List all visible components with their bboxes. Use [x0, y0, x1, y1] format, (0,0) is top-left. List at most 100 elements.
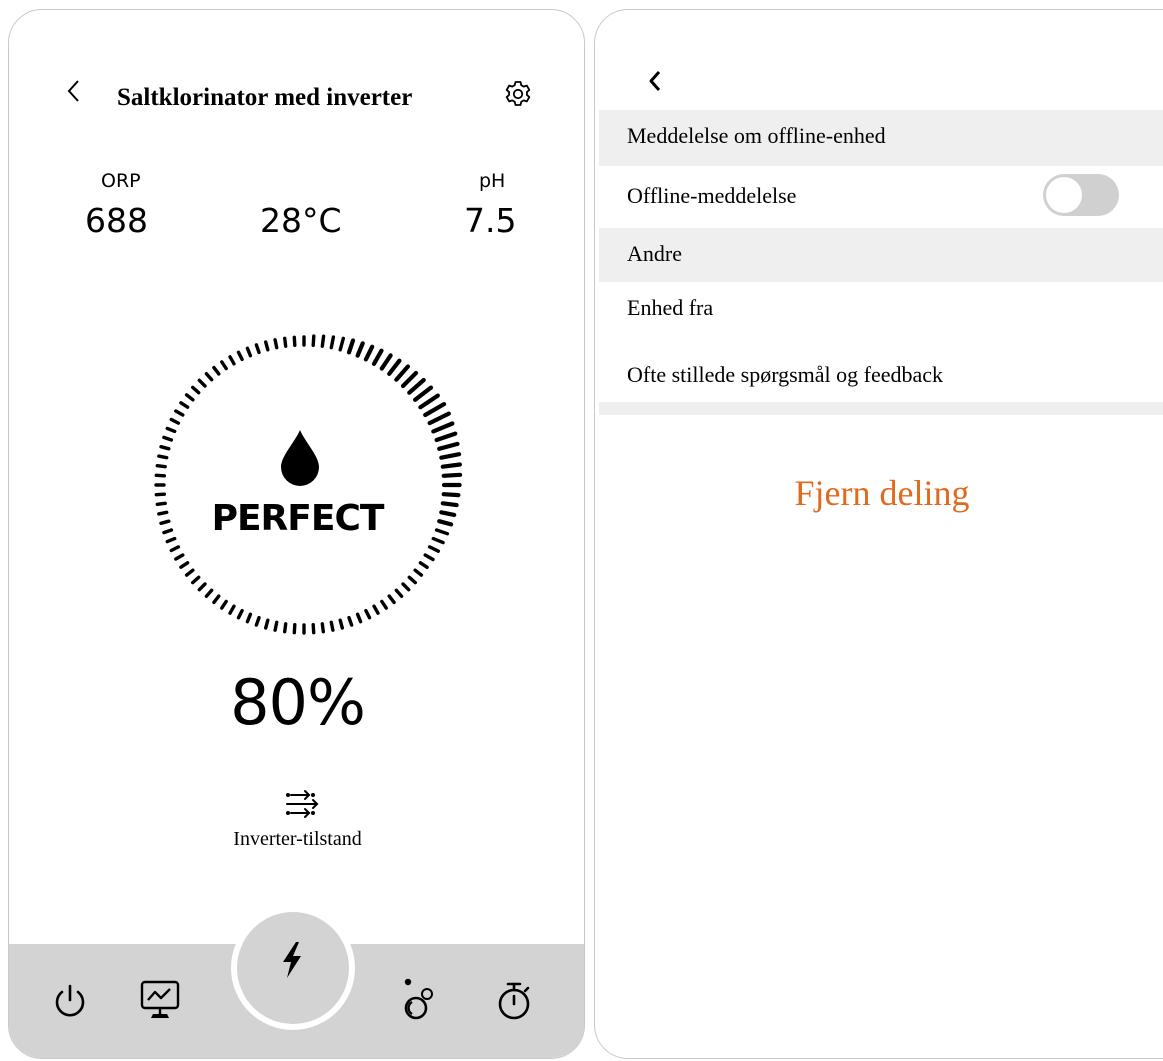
- gauge-tick: [320, 622, 326, 634]
- gauge-tick: [439, 452, 462, 460]
- gauge-tick: [355, 612, 363, 624]
- gauge-tick: [204, 372, 214, 382]
- chevron-left-icon[interactable]: [643, 66, 667, 96]
- gauge-tick: [434, 431, 458, 443]
- gauge-tick: [197, 582, 207, 592]
- gauge-tick: [437, 441, 460, 451]
- offline-notification-toggle[interactable]: [1043, 174, 1119, 216]
- gauge-tick: [418, 561, 429, 569]
- gauge-tick: [292, 623, 297, 635]
- timer-icon[interactable]: [494, 980, 534, 1022]
- boost-button[interactable]: [237, 912, 349, 1024]
- gauge-tick: [338, 336, 346, 352]
- gauge-tick: [387, 358, 402, 377]
- gauge-tick: [220, 599, 228, 610]
- gauge-tick: [273, 620, 279, 632]
- gauge-tick: [311, 623, 316, 635]
- gauge-tick: [394, 364, 410, 382]
- gauge-tick: [423, 401, 447, 418]
- gauge-tick: [413, 385, 434, 402]
- gauge-tick: [236, 608, 244, 620]
- gauge-tick: [329, 335, 336, 350]
- gauge-tick: [441, 472, 463, 478]
- gauge-tick: [263, 340, 270, 352]
- gauge-tick: [338, 618, 345, 630]
- gear-icon[interactable]: [503, 79, 533, 109]
- main-device-screen: Saltklorinator med inverter ORP 688 28°C…: [8, 9, 585, 1059]
- gauge-tick: [191, 385, 201, 395]
- gauge-tick: [407, 377, 426, 395]
- device-off-item[interactable]: Enhed fra: [599, 282, 1163, 340]
- gauge-tick: [169, 545, 181, 553]
- gauge-tick: [169, 417, 181, 425]
- monitor-chart-icon[interactable]: [138, 978, 182, 1020]
- gauge-tick: [427, 411, 451, 426]
- gauge-tick: [394, 588, 404, 598]
- gauge-tick: [228, 604, 236, 615]
- gauge-tick: [212, 365, 221, 376]
- offline-notification-label: Offline-meddelelse: [627, 183, 797, 208]
- faq-feedback-item[interactable]: Ofte stillede spørgsmål og feedback: [599, 340, 1163, 402]
- gauge-tick: [245, 346, 253, 358]
- gauge-tick: [282, 622, 288, 634]
- gauge-tick: [363, 344, 375, 362]
- lightning-bolt-icon: [283, 942, 301, 978]
- sliders-icon[interactable]: [283, 789, 323, 819]
- gauge-tick: [254, 615, 261, 627]
- mode-label: Inverter-tilstand: [233, 828, 362, 850]
- gauge-tick: [204, 588, 214, 598]
- water-drop-icon: [281, 430, 319, 486]
- toggle-knob: [1046, 177, 1082, 213]
- gauge-tick: [413, 568, 424, 577]
- gauge-tick: [400, 370, 419, 389]
- gauge-tick: [380, 599, 388, 610]
- ph-value: 7.5: [464, 201, 517, 240]
- gauge-tick: [184, 568, 195, 577]
- gauge-tick: [292, 335, 297, 347]
- gauge-tick: [179, 561, 190, 569]
- gauge-tick: [174, 409, 185, 417]
- gauge-tick: [162, 435, 174, 442]
- bubbles-icon[interactable]: [400, 974, 440, 1022]
- gauge-tick: [197, 378, 207, 388]
- section-divider: [599, 402, 1163, 415]
- gauge-tick: [423, 553, 435, 562]
- settings-screen: Meddelelse om offline-enhed Offline-medd…: [594, 9, 1163, 1059]
- gauge-tick: [320, 334, 326, 348]
- gauge-tick: [228, 355, 236, 366]
- gauge-tick: [220, 360, 228, 371]
- gauge-tick: [212, 594, 221, 605]
- gauge-tick: [407, 575, 417, 585]
- gauge-tick: [387, 594, 396, 605]
- page-title: Saltklorinator med inverter: [117, 84, 413, 111]
- ph-label: pH: [479, 170, 506, 192]
- gauge-tick: [179, 401, 190, 409]
- gauge-tick: [155, 463, 167, 469]
- temperature-value: 28°C: [260, 201, 342, 240]
- gauge-tick: [418, 393, 440, 410]
- gauge-tick: [263, 618, 270, 630]
- gauge-tick: [441, 492, 461, 498]
- gauge-tick: [236, 350, 244, 362]
- gauge-tick: [431, 536, 445, 545]
- chevron-left-icon[interactable]: [59, 76, 89, 106]
- gauge-tick: [355, 341, 365, 358]
- orp-label: ORP: [101, 170, 141, 192]
- gauge-tick: [401, 582, 411, 592]
- gauge-tick: [191, 575, 201, 585]
- gauge-tick: [311, 334, 316, 347]
- section-header-offline: Meddelelse om offline-enhed: [599, 110, 1163, 166]
- gauge-tick: [165, 426, 177, 434]
- gauge-tick: [174, 553, 185, 561]
- power-icon[interactable]: [52, 982, 88, 1020]
- gauge-tick: [364, 608, 372, 620]
- gauge-tick: [273, 338, 279, 350]
- gauge-tick: [371, 348, 384, 366]
- section-header-others: Andre: [599, 228, 1163, 282]
- orp-value: 688: [85, 201, 148, 240]
- remove-share-button[interactable]: Fjern deling: [599, 472, 1163, 514]
- gauge-tick: [154, 492, 166, 497]
- gauge-tick: [346, 338, 356, 355]
- gauge-tick: [165, 536, 177, 544]
- gauge-tick: [184, 393, 195, 402]
